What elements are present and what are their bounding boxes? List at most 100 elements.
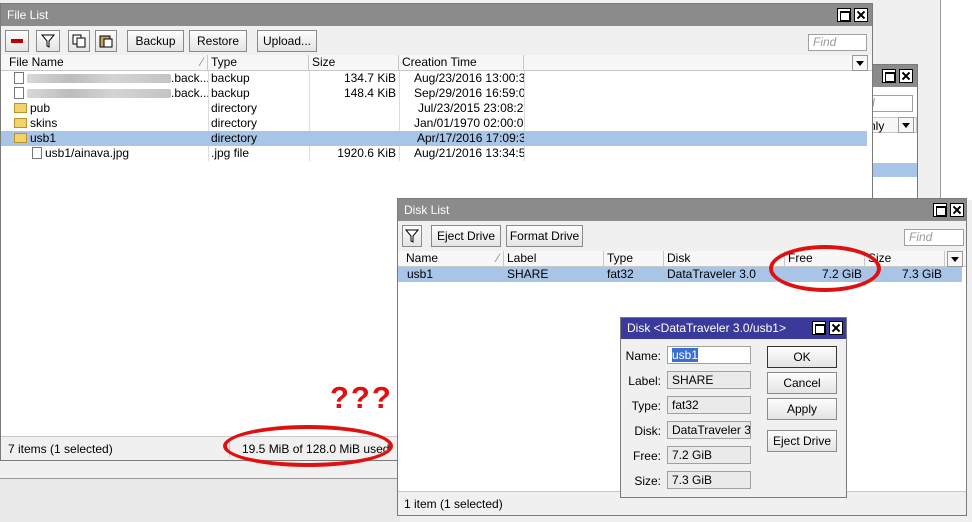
chevron-down-icon[interactable] [947,251,963,267]
dialog-title: Disk <DataTraveler 3.0/usb1> [627,321,786,335]
disk-dialog: Disk <DataTraveler 3.0/usb1> Name: usb1 … [620,317,847,498]
close-icon[interactable] [829,321,843,335]
type-cell: fat32 [607,267,634,281]
copy-button[interactable] [68,30,90,52]
desktop-bottom-panel [0,478,400,522]
paste-icon [99,35,113,48]
disk-cell: DataTraveler 3.0 [667,267,756,281]
disk-field: DataTraveler 3.0 [667,421,751,439]
table-row-selected[interactable]: usb1 directory Apr/17/2016 17:09:39 [1,131,867,146]
column-header-type[interactable]: Type [604,251,664,267]
chevron-down-icon[interactable] [898,117,914,133]
filter-button[interactable] [402,225,422,247]
desktop-right-panel [940,0,972,200]
sort-indicator-icon: ⁄ [200,55,203,69]
eject-drive-button[interactable]: Eject Drive [431,225,501,247]
label-label: Label: [628,374,661,388]
folder-icon [14,133,27,143]
column-header-label[interactable]: Label [504,251,604,267]
column-header-type[interactable]: Type [208,55,309,71]
window-title: Disk List [404,203,450,217]
column-header-file-name[interactable]: File Name ⁄ [6,55,208,71]
file-icon [32,147,42,159]
file-name-cell: pub [11,101,208,116]
size-cell [309,116,399,131]
type-cell: .jpg file [211,146,250,160]
time-cell: Sep/29/2016 16:59:07 [414,86,524,100]
sort-indicator-icon: ⁄ [496,251,499,265]
label-field: SHARE [667,371,751,389]
table-row[interactable]: .back... backup 134.7 KiB Aug/23/2016 13… [1,71,872,86]
table-row[interactable]: skins directory Jan/01/1970 02:00:01 [1,116,872,131]
column-header-size[interactable]: Size [309,55,399,71]
time-cell: Jan/01/1970 02:00:01 [414,116,524,130]
maximize-icon[interactable] [837,8,851,22]
type-field: fat32 [667,396,751,414]
paste-button[interactable] [95,30,117,52]
backup-button[interactable]: Backup [127,30,184,52]
file-name-cell: .back... [11,86,208,101]
time-cell: Aug/21/2016 13:34:52 [414,146,524,160]
annotation-question-marks: ??? [330,380,393,415]
size-label: Size: [634,474,661,488]
close-icon[interactable] [950,203,964,217]
time-cell: Aug/23/2016 13:00:30 [414,71,524,85]
close-icon[interactable] [854,8,868,22]
folder-icon [14,118,27,128]
time-cell: Jul/23/2015 23:08:29 [418,101,524,115]
table-row[interactable]: usb1/ainava.jpg .jpg file 1920.6 KiB Aug… [1,146,872,161]
eject-drive-button[interactable]: Eject Drive [767,430,837,452]
table-row[interactable]: pub directory Jul/23/2015 23:08:29 [1,101,872,116]
status-item-count: 7 items (1 selected) [8,442,113,456]
type-cell: backup [211,86,250,100]
name-field[interactable]: usb1 [667,346,751,364]
size-cell: 148.4 KiB [343,86,396,100]
remove-button[interactable] [5,30,29,52]
copy-icon [72,34,86,48]
maximize-icon[interactable] [812,321,826,335]
type-cell: directory [211,101,258,115]
folder-icon [14,103,27,113]
filter-icon [41,34,55,48]
close-icon[interactable] [899,69,913,83]
type-label: Type: [631,399,661,413]
disk-list-titlebar: Disk List [398,199,966,221]
file-list-titlebar: File List [1,4,872,26]
minus-icon [11,39,23,43]
disk-dialog-titlebar: Disk <DataTraveler 3.0/usb1> [621,318,846,339]
size-cell: 134.7 KiB [343,71,396,85]
annotation-circle-free [769,245,881,292]
format-drive-button[interactable]: Format Drive [506,225,583,247]
label-cell: SHARE [507,267,549,281]
window-title: File List [7,8,49,22]
table-header: File Name ⁄ Type Size Creation Time [1,55,872,71]
size-cell [309,101,399,116]
redacted-text [27,89,171,99]
redacted-text [27,74,171,84]
name-label: Name: [625,349,661,363]
find-input[interactable]: Find [904,229,964,246]
name-cell: usb1 [407,267,434,281]
filter-button[interactable] [36,30,60,52]
chevron-down-icon[interactable] [852,55,868,71]
apply-button[interactable]: Apply [767,398,837,420]
table-header: Name ⁄ Label Type Disk Free Size [398,251,966,267]
size-field: 7.3 GiB [667,471,751,489]
table-row[interactable]: .back... backup 148.4 KiB Sep/29/2016 16… [1,86,872,101]
file-name-cell: usb1 [11,131,208,146]
maximize-icon[interactable] [933,203,947,217]
maximize-icon[interactable] [882,69,896,83]
cancel-button[interactable]: Cancel [767,372,837,394]
upload-button[interactable]: Upload... [257,30,317,52]
restore-button[interactable]: Restore [189,30,247,52]
ok-button[interactable]: OK [767,346,837,368]
file-icon [14,72,24,84]
file-icon [14,87,24,99]
column-header-disk[interactable]: Disk [664,251,785,267]
time-cell: Apr/17/2016 17:09:39 [417,131,524,145]
column-header-name[interactable]: Name ⁄ [403,251,504,267]
type-cell: backup [211,71,250,85]
column-header-creation-time[interactable]: Creation Time [399,55,524,71]
size-cell [309,131,399,146]
find-input[interactable]: Find [808,34,867,51]
